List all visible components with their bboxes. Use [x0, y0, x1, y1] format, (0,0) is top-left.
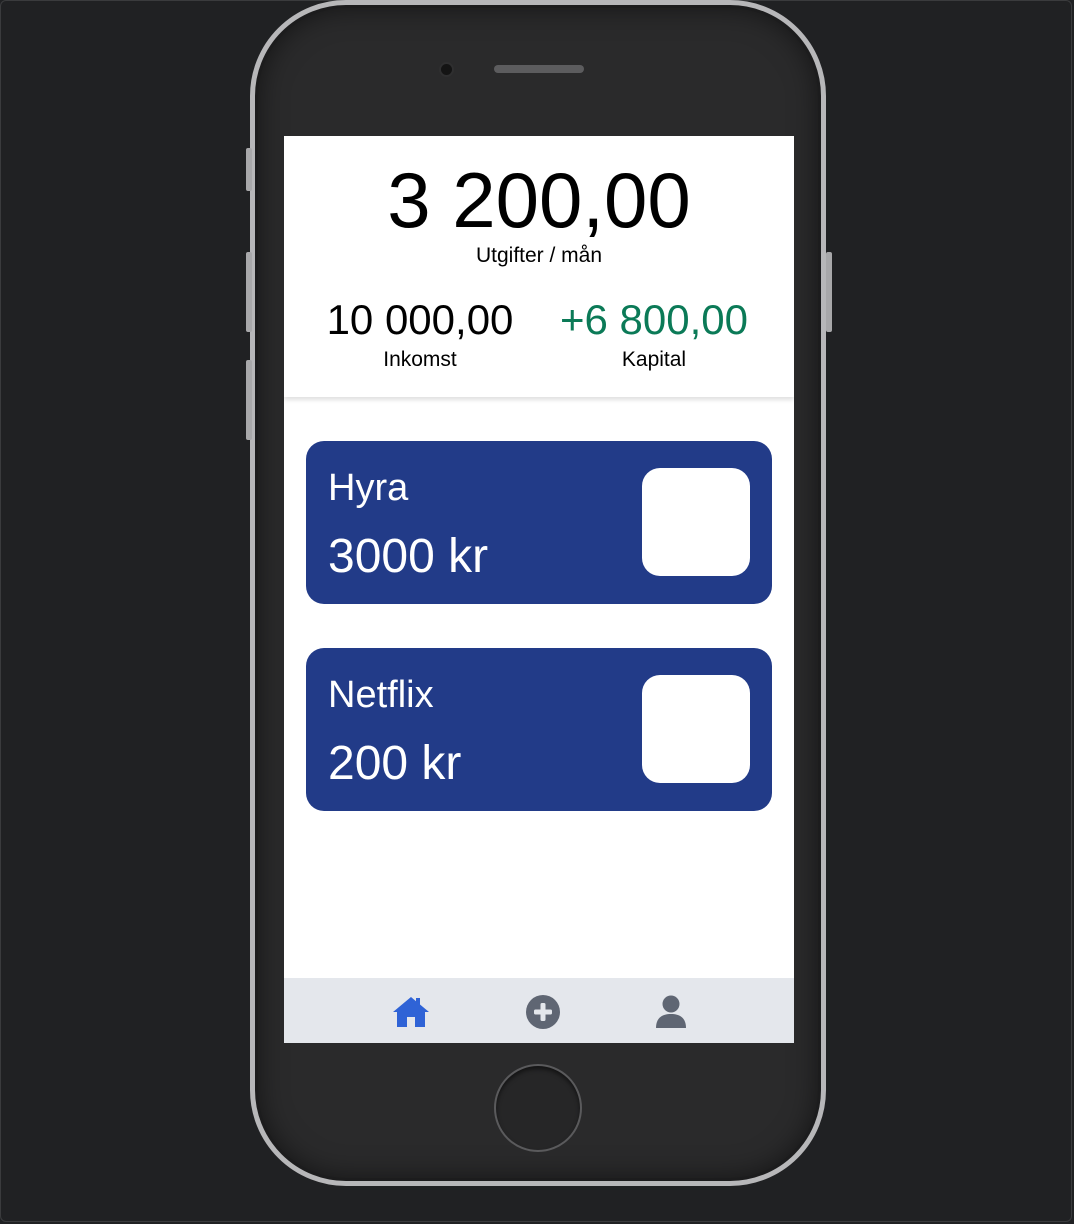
expense-card-netflix[interactable]: Netflix 200 kr	[306, 648, 772, 811]
capital-stat: +6 800,00 Kapital	[544, 296, 764, 372]
summary-header: 3 200,00 Utgifter / mån 10 000,00 Inkoms…	[284, 136, 794, 397]
plus-circle-icon	[526, 995, 560, 1029]
expense-name: Hyra	[328, 467, 409, 509]
expense-icon-tile[interactable]	[642, 675, 750, 783]
home-button[interactable]	[494, 1064, 582, 1152]
expense-icon-tile[interactable]	[642, 468, 750, 576]
home-icon	[393, 997, 429, 1027]
expense-card-hyra[interactable]: Hyra 3000 kr	[306, 441, 772, 604]
income-label: Inkomst	[383, 348, 457, 371]
tab-add[interactable]	[523, 992, 563, 1032]
bottom-tab-bar	[284, 978, 794, 1043]
volume-down-button	[246, 360, 252, 440]
user-icon	[656, 995, 686, 1028]
front-camera	[441, 64, 452, 75]
capital-value: +6 800,00	[559, 296, 748, 343]
volume-up-button	[246, 252, 252, 332]
expense-amount: 3000 kr	[328, 530, 489, 583]
tab-home[interactable]	[391, 992, 431, 1032]
capital-label: Kapital	[621, 348, 687, 371]
monthly-expenses-value: 3 200,00	[387, 156, 691, 244]
power-button	[826, 252, 832, 332]
tab-profile[interactable]	[651, 992, 691, 1032]
income-stat: 10 000,00 Inkomst	[310, 296, 530, 372]
expense-name: Netflix	[328, 674, 434, 716]
earpiece-speaker	[494, 65, 584, 73]
app-screen: 3 200,00 Utgifter / mån 10 000,00 Inkoms…	[284, 136, 794, 1043]
income-value: 10 000,00	[326, 296, 514, 343]
expense-amount: 200 kr	[328, 737, 462, 790]
mute-switch	[246, 148, 252, 191]
monthly-expenses-label: Utgifter / mån	[475, 244, 603, 267]
